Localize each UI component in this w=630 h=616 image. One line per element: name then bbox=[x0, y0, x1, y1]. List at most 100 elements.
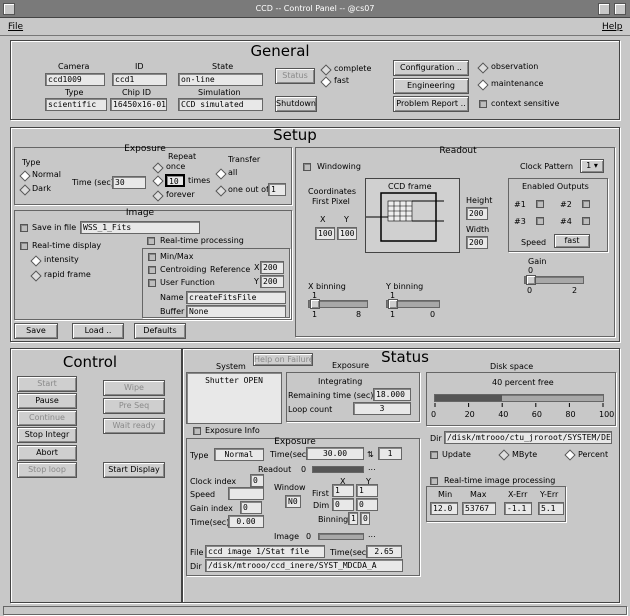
pre-sequence-button[interactable]: Pre Seq bbox=[103, 398, 165, 414]
rtp-min-label: Min bbox=[438, 490, 453, 499]
load-button[interactable]: Load .. bbox=[72, 323, 124, 339]
times-field[interactable]: 10 bbox=[165, 174, 185, 187]
abort-button[interactable]: Abort bbox=[17, 445, 77, 461]
rtp-checkbox[interactable] bbox=[430, 477, 438, 485]
clock-index-field: 0 bbox=[250, 474, 264, 487]
info-dir-label: Dir bbox=[190, 562, 202, 571]
rtp-xerr-label: X-Err bbox=[508, 490, 528, 499]
defaults-button[interactable]: Defaults bbox=[134, 323, 186, 339]
continue-button[interactable]: Continue bbox=[17, 410, 77, 426]
o2-checkbox[interactable] bbox=[582, 200, 590, 208]
ccd-frame-label: CCD frame bbox=[388, 182, 432, 191]
wipe-button[interactable]: Wipe bbox=[103, 380, 165, 396]
dark-label: Dark bbox=[32, 184, 51, 193]
window-label: Window bbox=[274, 483, 306, 492]
o1-checkbox[interactable] bbox=[536, 200, 544, 208]
transfer-label: Transfer bbox=[228, 155, 261, 164]
info-type-field: Normal bbox=[214, 448, 264, 461]
save-button[interactable]: Save bbox=[14, 323, 58, 339]
width-field[interactable]: 200 bbox=[466, 236, 488, 249]
minmax-checkbox[interactable] bbox=[148, 253, 156, 261]
info-image-value: 0 bbox=[306, 532, 312, 541]
gain-index-field: 0 bbox=[240, 501, 262, 514]
status-button[interactable]: Status bbox=[275, 68, 315, 84]
time-field[interactable]: 30 bbox=[112, 176, 146, 189]
first-y-field[interactable]: 100 bbox=[337, 227, 357, 240]
coords-label: Coordinates bbox=[308, 187, 357, 196]
configuration-button[interactable]: Configuration .. bbox=[393, 60, 469, 76]
start-button[interactable]: Start bbox=[17, 376, 77, 392]
ref-y-field[interactable]: 200 bbox=[260, 275, 284, 288]
update-checkbox[interactable] bbox=[430, 451, 438, 459]
pause-button[interactable]: Pause bbox=[17, 393, 77, 409]
disk-tick-label: 60 bbox=[531, 410, 542, 419]
status-title: Status bbox=[381, 348, 429, 366]
maximize-icon[interactable] bbox=[614, 3, 626, 15]
image-gauge bbox=[318, 533, 364, 540]
minmax-label: Min/Max bbox=[160, 252, 194, 261]
height-field[interactable]: 200 bbox=[466, 207, 488, 220]
dir-field: /disk/mtrooo/ctu_jroroot/SYSTEM/DE bbox=[444, 431, 612, 444]
info-readout-value: 0 bbox=[301, 465, 307, 474]
first-x-label: X bbox=[320, 215, 326, 224]
realtime-display-checkbox[interactable] bbox=[20, 242, 28, 250]
width-label: Width bbox=[466, 225, 490, 234]
menu-file[interactable]: File bbox=[8, 22, 23, 32]
info-repeat-icon: ⇅ bbox=[367, 450, 374, 459]
problem-report-button[interactable]: Problem Report .. bbox=[393, 96, 469, 112]
info-image-label: Image bbox=[274, 532, 300, 541]
save-file-checkbox[interactable] bbox=[20, 224, 28, 232]
windowing-checkbox[interactable] bbox=[303, 163, 311, 171]
all-label: all bbox=[228, 168, 238, 177]
rt-processing-checkbox[interactable] bbox=[147, 237, 155, 245]
speed-label: Speed bbox=[521, 238, 547, 247]
system-label: System bbox=[216, 362, 246, 371]
wait-ready-button[interactable]: Wait ready bbox=[103, 418, 165, 434]
gain-slider-handle[interactable] bbox=[526, 275, 536, 285]
start-display-button[interactable]: Start Display bbox=[103, 462, 165, 478]
xbin-max: 8 bbox=[356, 310, 362, 319]
name-field[interactable]: createFitsFile bbox=[186, 291, 286, 304]
user-function-checkbox[interactable] bbox=[148, 279, 156, 287]
shutdown-button[interactable]: Shutdown bbox=[275, 96, 317, 112]
exposure-info-checkbox[interactable] bbox=[193, 427, 201, 435]
clock-pattern-select[interactable]: 1 ▾ bbox=[580, 159, 604, 173]
menu-help[interactable]: Help bbox=[602, 22, 623, 32]
engineering-button[interactable]: Engineering bbox=[393, 78, 469, 94]
context-label: context sensitive bbox=[491, 99, 560, 108]
update-label: Update bbox=[442, 450, 471, 459]
speed-select[interactable]: fast bbox=[554, 234, 590, 248]
state-label: State bbox=[212, 62, 234, 71]
gain-min: 0 bbox=[527, 286, 533, 295]
window-menu-icon[interactable] bbox=[3, 3, 15, 15]
buffer-field[interactable]: None bbox=[186, 305, 286, 318]
fast-label: fast bbox=[334, 76, 350, 85]
binning-label: Binning bbox=[318, 515, 349, 524]
normal-label: Normal bbox=[32, 170, 61, 179]
centroid-checkbox[interactable] bbox=[148, 266, 156, 274]
stop-integration-button[interactable]: Stop Integr bbox=[17, 427, 77, 443]
window-field: N0 bbox=[285, 495, 301, 508]
window-titlebar: CCD -- Control Panel -- @cs07 bbox=[0, 0, 630, 18]
first-x-field[interactable]: 100 bbox=[315, 227, 335, 240]
general-title: General bbox=[250, 42, 310, 60]
info-speed-field bbox=[228, 487, 264, 500]
ybin-slider-handle[interactable] bbox=[388, 299, 398, 309]
help-failure-button[interactable]: Help on Failure bbox=[253, 353, 313, 366]
ybin-max: 0 bbox=[430, 310, 436, 319]
rtp-max-field: 53767 bbox=[462, 502, 496, 515]
minimize-icon[interactable] bbox=[598, 3, 610, 15]
one-out-field[interactable]: 1 bbox=[268, 183, 286, 196]
ref-x-field[interactable]: 200 bbox=[260, 261, 284, 274]
disk-label: Disk space bbox=[490, 362, 534, 371]
sim-label: Simulation bbox=[198, 88, 241, 97]
xbin-slider-handle[interactable] bbox=[310, 299, 320, 309]
save-file-field[interactable]: WSS_1_Fits bbox=[80, 221, 200, 234]
id-field: ccd1 bbox=[112, 73, 167, 86]
o4-checkbox[interactable] bbox=[582, 217, 590, 225]
o3-checkbox[interactable] bbox=[536, 217, 544, 225]
gain-max: 2 bbox=[572, 286, 578, 295]
disk-value: 40 percent free bbox=[492, 378, 554, 387]
context-checkbox[interactable] bbox=[479, 100, 487, 108]
stop-loop-button[interactable]: Stop loop bbox=[17, 462, 77, 478]
